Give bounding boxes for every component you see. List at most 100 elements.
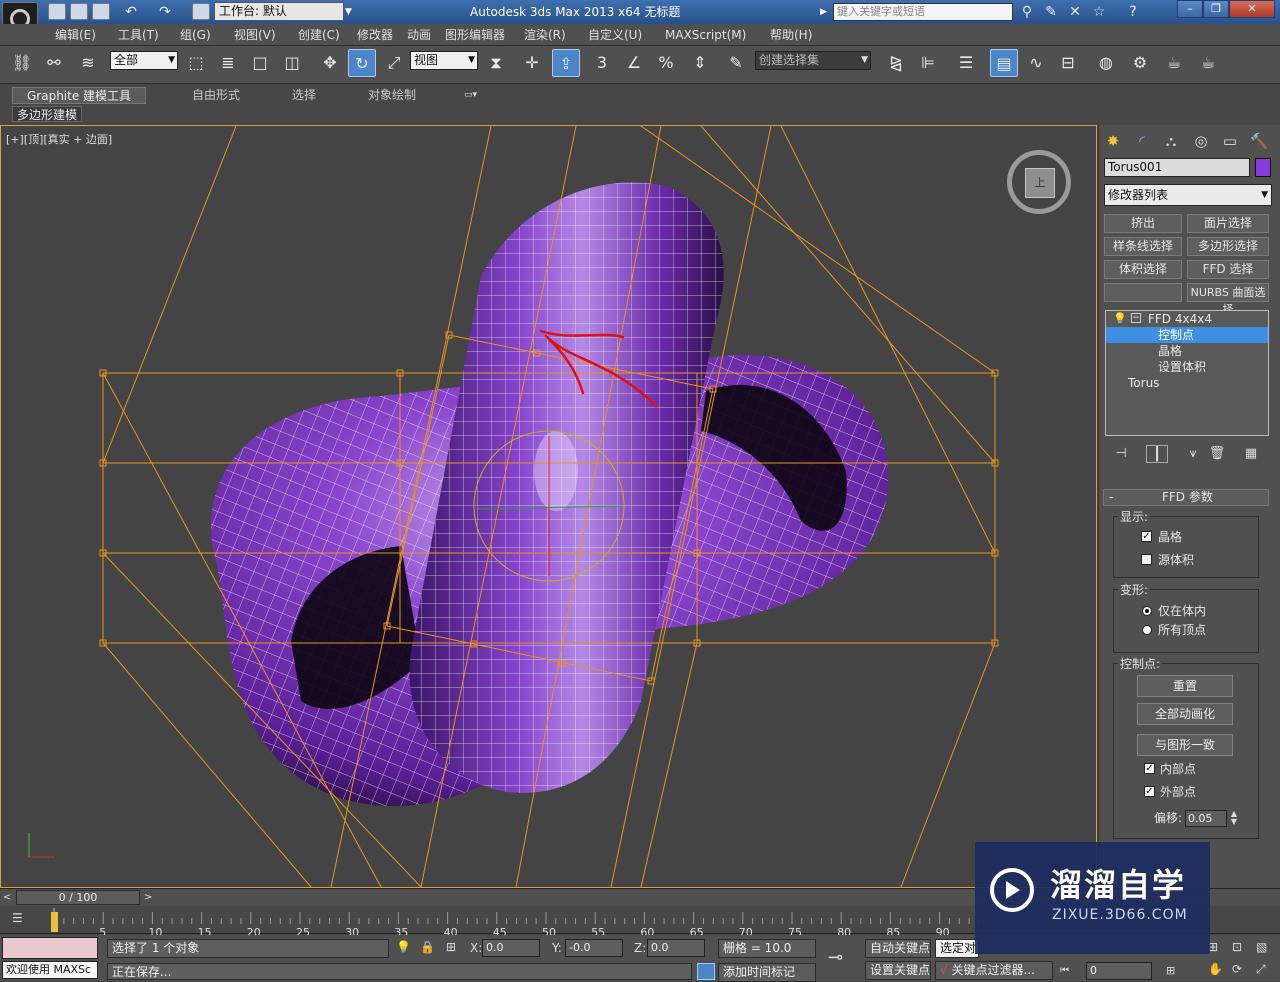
- rect-selection-region-icon[interactable]: □: [246, 49, 274, 77]
- time-slider-thumb[interactable]: 0 / 100: [16, 890, 140, 905]
- reference-coord-dropdown[interactable]: 视图 ▼: [410, 51, 478, 70]
- remove-modifier-icon[interactable]: 🗑: [1206, 445, 1228, 463]
- material-editor-icon[interactable]: ◍: [1092, 49, 1120, 77]
- create-panel-icon[interactable]: ✸: [1100, 129, 1126, 153]
- menu-customize[interactable]: 自定义(U): [588, 24, 642, 46]
- graphite-toggle-icon[interactable]: ▤: [990, 49, 1018, 77]
- stack-item-lattice[interactable]: 晶格: [1106, 343, 1268, 359]
- maxscript-listener-box[interactable]: [2, 937, 98, 959]
- manipulate-icon[interactable]: ✛: [518, 49, 546, 77]
- search-input[interactable]: 键入关键字或短语: [833, 3, 1013, 21]
- key-mode-dropdown[interactable]: 选定对: [935, 939, 979, 958]
- keyboard-shortcut-override-icon[interactable]: ⇪: [552, 49, 580, 77]
- selection-lock-icon[interactable]: 🔒: [420, 940, 435, 956]
- open-mini-curve-editor-icon[interactable]: ☰: [12, 911, 32, 927]
- tab-freeform[interactable]: 自由形式: [178, 87, 254, 104]
- offset-spinner-input[interactable]: 0.05: [1185, 810, 1227, 827]
- mirror-icon[interactable]: ⧎: [882, 49, 910, 77]
- menu-views[interactable]: 视图(V): [234, 24, 276, 46]
- reset-button[interactable]: 重置: [1137, 675, 1233, 697]
- layer-manager-icon[interactable]: ☰: [952, 49, 980, 77]
- configure-modifier-sets-icon[interactable]: ▦: [1240, 445, 1262, 463]
- inside-points-checkbox[interactable]: ✓: [1144, 763, 1155, 774]
- maxscript-mini-listener[interactable]: 欢迎使用 MAXSc: [2, 961, 98, 979]
- key-filters-button[interactable]: √ 关键点过滤器...: [935, 961, 1053, 980]
- auto-key-button[interactable]: 自动关键点: [865, 939, 931, 958]
- outside-points-checkbox[interactable]: ✓: [1144, 786, 1155, 797]
- source-volume-checkbox[interactable]: [1141, 554, 1152, 565]
- spline-select-button[interactable]: 样条线选择: [1104, 237, 1182, 256]
- curve-editor-icon[interactable]: ∿: [1022, 49, 1050, 77]
- current-frame-input[interactable]: 0: [1086, 962, 1152, 980]
- time-prev-icon[interactable]: <: [3, 890, 15, 905]
- x-coordinate-input[interactable]: 0.0: [482, 939, 540, 957]
- menu-graph-editors[interactable]: 图形编辑器: [445, 24, 505, 46]
- object-color-swatch[interactable]: [1255, 158, 1271, 177]
- ffd-parameters-rollout[interactable]: - FFD 参数: [1103, 489, 1269, 506]
- set-key-icon[interactable]: ⊸: [828, 946, 858, 970]
- select-move-icon[interactable]: ✥: [316, 49, 344, 77]
- menu-maxscript[interactable]: MAXScript(M): [665, 24, 746, 46]
- y-coordinate-input[interactable]: -0.0: [565, 939, 623, 957]
- help-icon[interactable]: ?: [1124, 3, 1142, 21]
- spinner-snap-icon[interactable]: ⇕: [686, 49, 714, 77]
- maximize-viewport-icon[interactable]: ⤢: [1256, 962, 1272, 979]
- menu-edit[interactable]: 编辑(E): [55, 24, 96, 46]
- schematic-view-icon[interactable]: ⊟: [1054, 49, 1082, 77]
- isolate-selection-icon[interactable]: 💡: [396, 940, 411, 956]
- select-rotate-icon[interactable]: ↻: [348, 49, 376, 77]
- modifier-list-dropdown[interactable]: 修改器列表 ▼: [1104, 184, 1272, 206]
- workspace-dropdown[interactable]: 工作台: 默认: [214, 2, 344, 21]
- volume-select-button[interactable]: 体积选择: [1104, 260, 1182, 279]
- all-vertices-radio[interactable]: [1142, 625, 1152, 635]
- render-setup-icon[interactable]: ⚙: [1126, 49, 1154, 77]
- window-crossing-icon[interactable]: ◫: [278, 49, 306, 77]
- zoom-all-icon[interactable]: ⊡: [1232, 940, 1248, 957]
- inside-only-radio[interactable]: [1142, 606, 1152, 616]
- empty-modifier-button[interactable]: [1104, 283, 1182, 302]
- z-coordinate-input[interactable]: 0.0: [647, 939, 705, 957]
- angle-snap-icon[interactable]: ∠: [620, 49, 648, 77]
- animate-all-button[interactable]: 全部动画化: [1137, 703, 1233, 725]
- add-time-tag-button[interactable]: 添加时间标记: [718, 963, 816, 982]
- pivot-center-icon[interactable]: ⧗: [482, 49, 510, 77]
- search-expand-icon[interactable]: ▶: [820, 3, 830, 21]
- patch-select-button[interactable]: 面片选择: [1187, 214, 1269, 233]
- current-frame-marker[interactable]: [51, 912, 58, 932]
- subscription-icon[interactable]: ✎: [1042, 3, 1060, 21]
- stack-item-set-volume[interactable]: 设置体积: [1106, 359, 1268, 375]
- perspective-viewport[interactable]: [0, 125, 1097, 888]
- save-file-icon[interactable]: [92, 3, 110, 20]
- redo-icon[interactable]: ↷: [156, 3, 174, 21]
- object-name-field[interactable]: Torus001: [1104, 158, 1250, 177]
- undo-icon[interactable]: ↶: [122, 3, 140, 21]
- display-panel-icon[interactable]: ▭: [1217, 129, 1243, 153]
- stack-item-control-points[interactable]: 控制点: [1106, 327, 1268, 343]
- communication-icon[interactable]: ✕: [1066, 3, 1084, 21]
- utilities-panel-icon[interactable]: 🔨: [1246, 129, 1272, 153]
- lattice-checkbox[interactable]: ✓: [1141, 531, 1152, 542]
- modify-panel-icon[interactable]: ◜: [1129, 129, 1155, 153]
- offset-spinner-arrows-icon[interactable]: ▲ ▼: [1229, 810, 1239, 827]
- stack-item-torus[interactable]: Torus: [1106, 375, 1268, 391]
- extrude-button[interactable]: 挤出: [1104, 214, 1182, 233]
- selection-filter-dropdown[interactable]: 全部 ▼: [110, 51, 178, 70]
- pan-view-icon[interactable]: ✋: [1208, 962, 1224, 979]
- viewcube[interactable]: 上: [1007, 150, 1071, 214]
- time-config-icon[interactable]: ⊞: [1166, 962, 1182, 979]
- menu-modifiers[interactable]: 修改器: [357, 24, 393, 46]
- rendered-frame-icon[interactable]: ☕: [1160, 49, 1188, 77]
- workspace-dropdown-arrow-icon[interactable]: ▼: [345, 3, 357, 21]
- menu-rendering[interactable]: 渲染(R): [524, 24, 566, 46]
- link-icon[interactable]: ⛓: [8, 49, 36, 77]
- tab-object-paint[interactable]: 对象绘制: [354, 87, 430, 104]
- time-next-icon[interactable]: >: [144, 890, 156, 905]
- close-button[interactable]: ✕: [1229, 0, 1275, 18]
- percent-snap-icon[interactable]: %: [652, 49, 680, 77]
- poly-select-button[interactable]: 多边形选择: [1187, 237, 1269, 256]
- tab-graphite-modeling[interactable]: Graphite 建模工具: [12, 87, 147, 104]
- named-selection-dropdown[interactable]: 创建选择集 ▼: [755, 51, 871, 70]
- menu-tools[interactable]: 工具(T): [118, 24, 159, 46]
- viewport-label[interactable]: [+][顶][真实 + 边面]: [6, 131, 112, 147]
- restore-button[interactable]: ❐: [1203, 0, 1229, 18]
